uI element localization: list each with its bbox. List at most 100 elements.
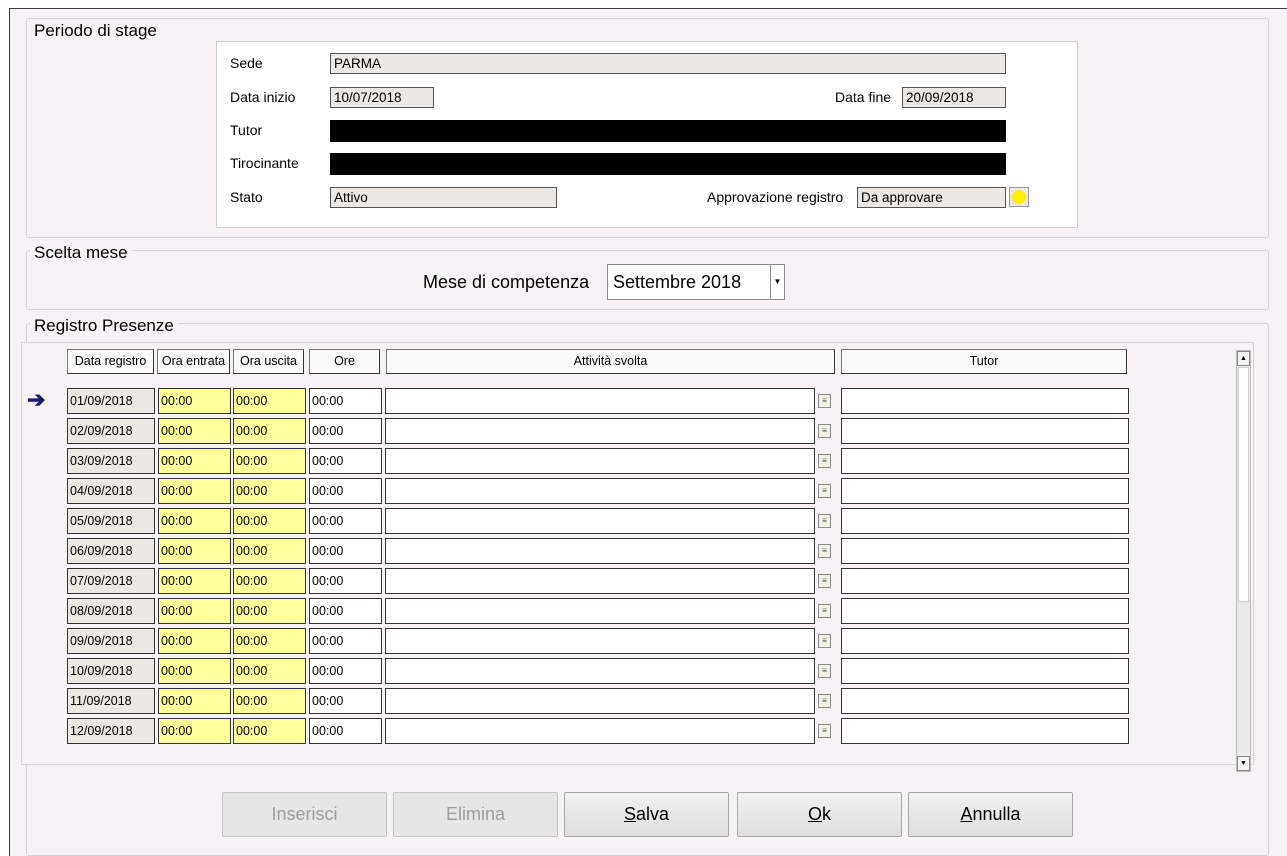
- cell-tutor[interactable]: [841, 418, 1129, 444]
- cell-entrata[interactable]: 00:00: [158, 568, 231, 594]
- cell-attivita[interactable]: [385, 688, 815, 714]
- cell-ore[interactable]: 00:00: [309, 448, 382, 474]
- cell-ore[interactable]: 00:00: [309, 478, 382, 504]
- edit-memo-icon[interactable]: ≡: [818, 664, 831, 678]
- edit-memo-icon[interactable]: ≡: [818, 574, 831, 588]
- cell-ore[interactable]: 00:00: [309, 538, 382, 564]
- cell-ore[interactable]: 00:00: [309, 568, 382, 594]
- stato-field[interactable]: Attivo: [330, 187, 557, 208]
- col-header-entrata[interactable]: Ora entrata: [157, 349, 230, 374]
- cell-entrata[interactable]: 00:00: [158, 598, 231, 624]
- cell-entrata[interactable]: 00:00: [158, 628, 231, 654]
- cell-ore[interactable]: 00:00: [309, 598, 382, 624]
- cell-data[interactable]: 05/09/2018: [67, 508, 155, 534]
- cell-tutor[interactable]: [841, 508, 1129, 534]
- cell-entrata[interactable]: 00:00: [158, 448, 231, 474]
- inserisci-button[interactable]: Inserisci: [222, 792, 387, 837]
- cell-data[interactable]: 03/09/2018: [67, 448, 155, 474]
- cell-attivita[interactable]: [385, 538, 815, 564]
- cell-attivita[interactable]: [385, 508, 815, 534]
- cell-entrata[interactable]: 00:00: [158, 718, 231, 744]
- cell-data[interactable]: 02/09/2018: [67, 418, 155, 444]
- cell-uscita[interactable]: 00:00: [233, 448, 306, 474]
- cell-tutor[interactable]: [841, 568, 1129, 594]
- col-header-ore[interactable]: Ore: [309, 349, 380, 374]
- edit-memo-icon[interactable]: ≡: [818, 514, 831, 528]
- data-fine-field[interactable]: 20/09/2018: [902, 87, 1006, 108]
- cell-uscita[interactable]: 00:00: [233, 538, 306, 564]
- cell-data[interactable]: 11/09/2018: [67, 688, 155, 714]
- cell-data[interactable]: 09/09/2018: [67, 628, 155, 654]
- cell-attivita[interactable]: [385, 598, 815, 624]
- cell-attivita[interactable]: [385, 478, 815, 504]
- cell-tutor[interactable]: [841, 538, 1129, 564]
- edit-memo-icon[interactable]: ≡: [818, 694, 831, 708]
- cell-uscita[interactable]: 00:00: [233, 598, 306, 624]
- cell-tutor[interactable]: [841, 388, 1129, 414]
- cell-data[interactable]: 01/09/2018: [67, 388, 155, 414]
- col-header-attivita[interactable]: Attività svolta: [386, 349, 835, 374]
- cell-uscita[interactable]: 00:00: [233, 718, 306, 744]
- cell-attivita[interactable]: [385, 718, 815, 744]
- col-header-data[interactable]: Data registro: [67, 349, 154, 374]
- cell-ore[interactable]: 00:00: [309, 688, 382, 714]
- approvazione-field[interactable]: Da approvare: [857, 187, 1006, 208]
- cell-attivita[interactable]: [385, 658, 815, 684]
- scroll-thumb[interactable]: [1238, 367, 1249, 602]
- cell-uscita[interactable]: 00:00: [233, 508, 306, 534]
- cell-ore[interactable]: 00:00: [309, 418, 382, 444]
- sede-field[interactable]: PARMA: [330, 53, 1006, 74]
- cell-ore[interactable]: 00:00: [309, 508, 382, 534]
- cell-attivita[interactable]: [385, 388, 815, 414]
- cell-data[interactable]: 07/09/2018: [67, 568, 155, 594]
- cell-entrata[interactable]: 00:00: [158, 478, 231, 504]
- cell-uscita[interactable]: 00:00: [233, 628, 306, 654]
- col-header-tutor[interactable]: Tutor: [841, 349, 1127, 374]
- cell-tutor[interactable]: [841, 448, 1129, 474]
- elimina-button[interactable]: Elimina: [393, 792, 558, 837]
- edit-memo-icon[interactable]: ≡: [818, 604, 831, 618]
- cell-uscita[interactable]: 00:00: [233, 418, 306, 444]
- cell-data[interactable]: 04/09/2018: [67, 478, 155, 504]
- cell-ore[interactable]: 00:00: [309, 718, 382, 744]
- cell-uscita[interactable]: 00:00: [233, 478, 306, 504]
- cell-tutor[interactable]: [841, 658, 1129, 684]
- cell-entrata[interactable]: 00:00: [158, 388, 231, 414]
- cell-entrata[interactable]: 00:00: [158, 688, 231, 714]
- edit-memo-icon[interactable]: ≡: [818, 424, 831, 438]
- edit-memo-icon[interactable]: ≡: [818, 394, 831, 408]
- cell-uscita[interactable]: 00:00: [233, 388, 306, 414]
- edit-memo-icon[interactable]: ≡: [818, 454, 831, 468]
- cell-ore[interactable]: 00:00: [309, 388, 382, 414]
- salva-button[interactable]: Salva: [564, 792, 729, 837]
- mese-competenza-select[interactable]: Settembre 2018 ▼: [607, 264, 785, 300]
- cell-tutor[interactable]: [841, 478, 1129, 504]
- cell-tutor[interactable]: [841, 598, 1129, 624]
- cell-data[interactable]: 08/09/2018: [67, 598, 155, 624]
- cell-entrata[interactable]: 00:00: [158, 658, 231, 684]
- scroll-up-icon[interactable]: ▲: [1237, 351, 1250, 366]
- cell-uscita[interactable]: 00:00: [233, 568, 306, 594]
- vertical-scrollbar[interactable]: ▲ ▼: [1236, 350, 1251, 772]
- scroll-down-icon[interactable]: ▼: [1237, 756, 1250, 771]
- cell-ore[interactable]: 00:00: [309, 628, 382, 654]
- data-inizio-field[interactable]: 10/07/2018: [330, 87, 434, 108]
- cell-entrata[interactable]: 00:00: [158, 538, 231, 564]
- cell-ore[interactable]: 00:00: [309, 658, 382, 684]
- cell-tutor[interactable]: [841, 718, 1129, 744]
- cell-attivita[interactable]: [385, 628, 815, 654]
- cell-uscita[interactable]: 00:00: [233, 688, 306, 714]
- cell-entrata[interactable]: 00:00: [158, 418, 231, 444]
- cell-tutor[interactable]: [841, 628, 1129, 654]
- edit-memo-icon[interactable]: ≡: [818, 724, 831, 738]
- cell-attivita[interactable]: [385, 568, 815, 594]
- edit-memo-icon[interactable]: ≡: [818, 484, 831, 498]
- dropdown-arrow-icon[interactable]: ▼: [770, 265, 784, 299]
- cell-tutor[interactable]: [841, 688, 1129, 714]
- annulla-button[interactable]: Annulla: [908, 792, 1073, 837]
- cell-data[interactable]: 10/09/2018: [67, 658, 155, 684]
- col-header-uscita[interactable]: Ora uscita: [233, 349, 304, 374]
- cell-attivita[interactable]: [385, 418, 815, 444]
- cell-data[interactable]: 06/09/2018: [67, 538, 155, 564]
- cell-uscita[interactable]: 00:00: [233, 658, 306, 684]
